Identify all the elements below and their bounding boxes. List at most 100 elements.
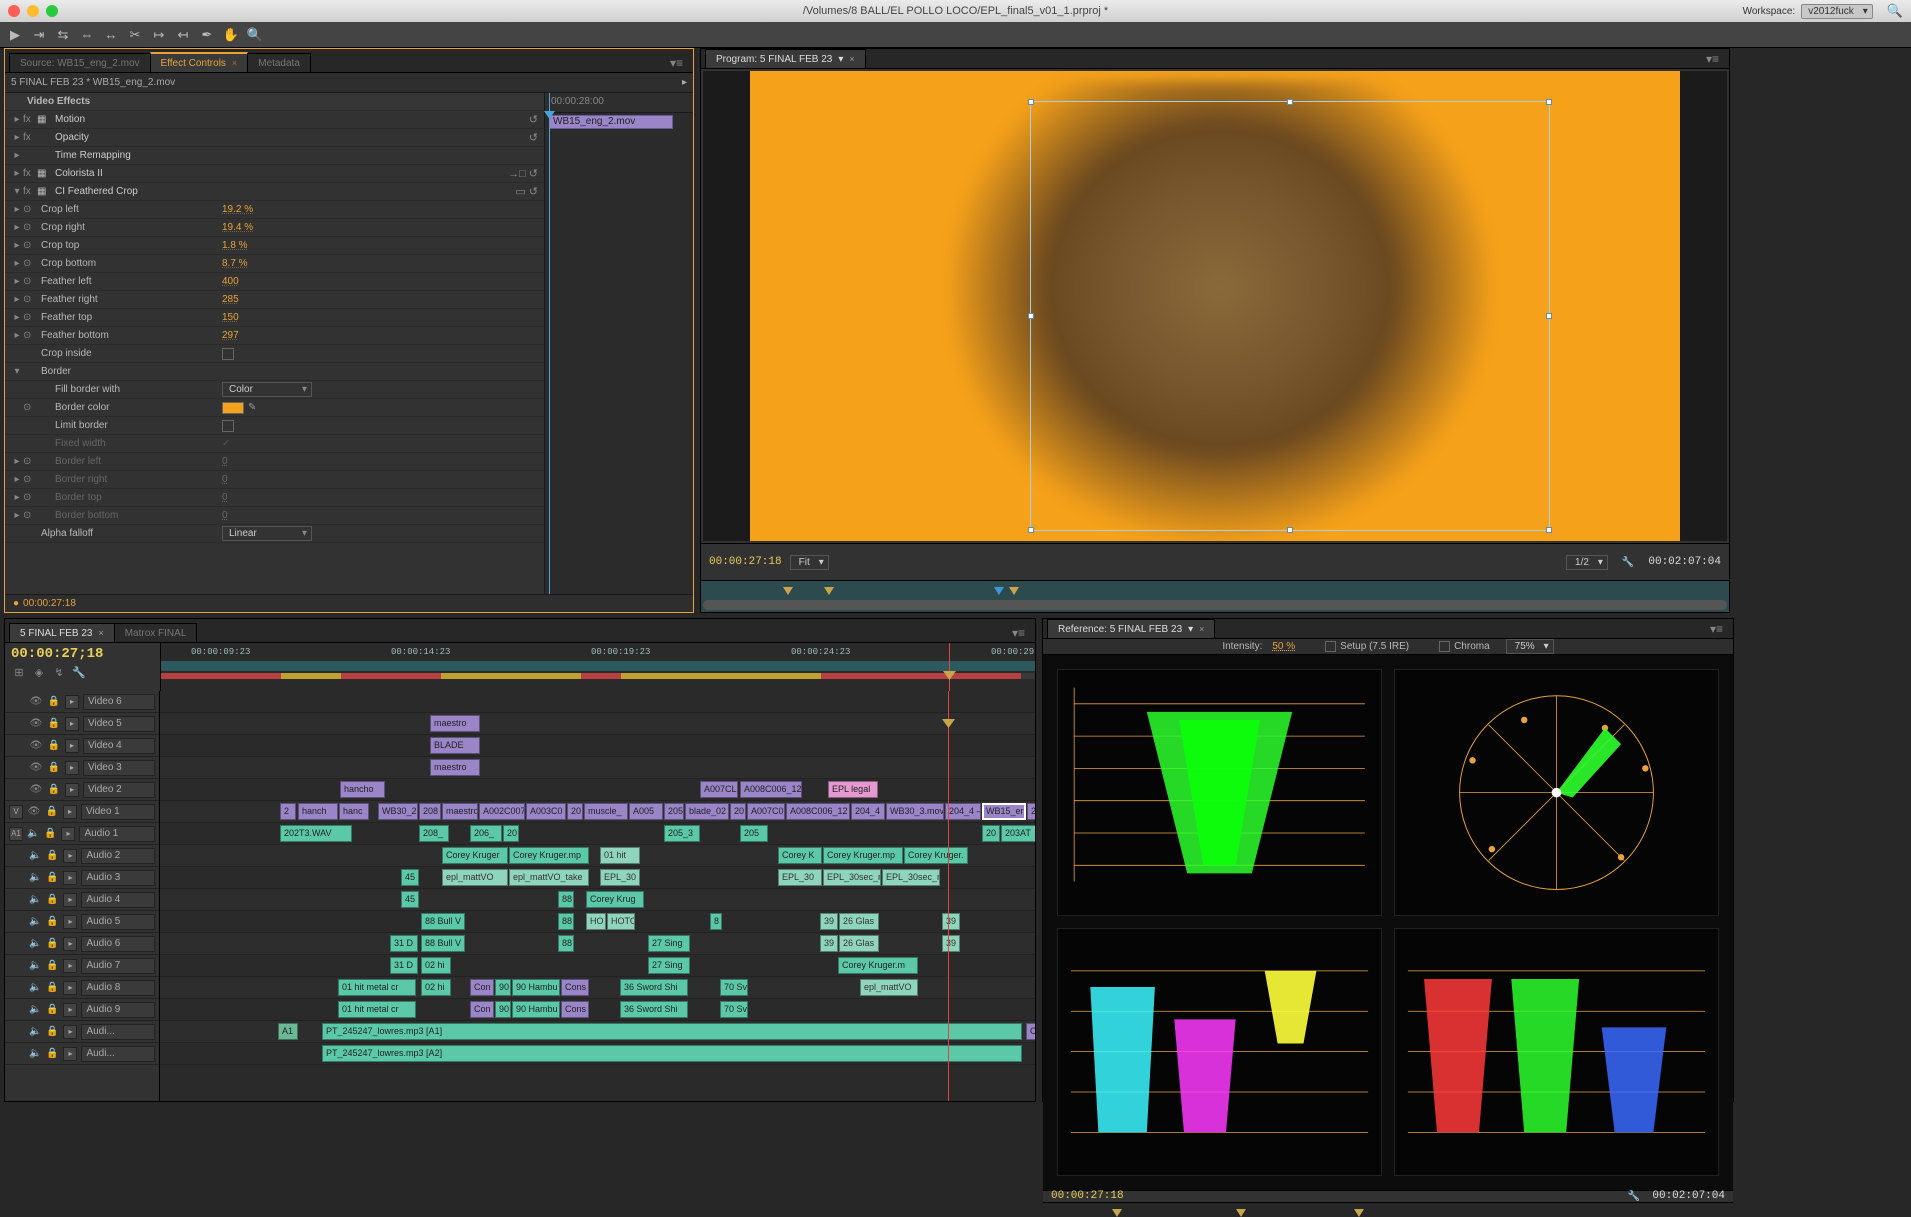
reset-icon[interactable]: ▭ ↺ — [515, 185, 538, 198]
snap-icon[interactable]: ⊞ — [11, 665, 27, 679]
speaker-icon[interactable]: 🔈 — [27, 828, 39, 839]
speaker-icon[interactable]: 🔈 — [29, 894, 41, 905]
clip[interactable]: 88 — [558, 891, 574, 908]
time-remapping-effect[interactable]: ▸Time Remapping — [5, 147, 544, 165]
close-icon[interactable]: × — [849, 54, 854, 64]
clip[interactable]: HOTO — [607, 913, 635, 930]
clip[interactable]: Con — [470, 979, 494, 996]
clip[interactable]: 39 — [942, 913, 960, 930]
clip[interactable]: 90 Hambu — [512, 1001, 560, 1018]
collapse-button[interactable]: ▸ — [63, 981, 77, 995]
lock-icon[interactable]: 🔒 — [45, 872, 59, 883]
collapse-button[interactable]: ▸ — [65, 717, 79, 731]
panel-menu-icon[interactable]: ▾≡ — [1700, 50, 1725, 68]
workspace-dropdown[interactable]: v2012fuck — [1801, 4, 1873, 19]
clip[interactable]: 02 hi — [421, 957, 451, 974]
wrench-icon[interactable]: 🔧 — [1622, 557, 1634, 568]
window-close-button[interactable] — [8, 5, 20, 17]
speaker-icon[interactable]: 🔈 — [29, 1048, 41, 1059]
lock-icon[interactable]: 🔒 — [43, 828, 57, 839]
clip[interactable]: 88 — [558, 913, 574, 930]
crop-inside-param[interactable]: Crop inside — [5, 345, 544, 363]
collapse-button[interactable]: ▸ — [65, 695, 79, 709]
clip[interactable]: Corey Krug — [586, 891, 644, 908]
clip[interactable]: 26 Glas — [839, 935, 879, 952]
lock-icon[interactable]: 🔒 — [45, 916, 59, 927]
lock-icon[interactable]: 🔒 — [47, 696, 61, 707]
clip[interactable]: 01 hit metal cr — [338, 979, 416, 996]
clip[interactable]: 20 — [503, 825, 519, 842]
clip[interactable]: 02 hi — [421, 979, 451, 996]
marker-icon[interactable]: ◈ — [31, 665, 47, 679]
clip[interactable]: HO — [586, 913, 606, 930]
clip[interactable]: 202T3.WAV — [280, 825, 352, 842]
sequence-tab-2[interactable]: Matrox FINAL — [114, 623, 198, 642]
clip[interactable]: 26 Glas — [839, 913, 879, 930]
fill-border-dropdown[interactable]: Color — [222, 382, 312, 397]
video-track-header[interactable]: 👁🔒▸Video 5 — [5, 713, 159, 735]
crop-right-param[interactable]: ▸⊙Crop right19.4 % — [5, 219, 544, 237]
rgb-parade-scope[interactable] — [1394, 928, 1719, 1175]
clip[interactable]: 20 — [730, 803, 746, 820]
clip[interactable]: 01 hit — [600, 847, 640, 864]
collapse-button[interactable]: ▸ — [63, 915, 77, 929]
clip[interactable]: maestro — [430, 715, 480, 732]
collapse-button[interactable]: ▸ — [61, 827, 75, 841]
alpha-falloff-dropdown[interactable]: Linear — [222, 526, 312, 541]
program-viewport[interactable] — [703, 71, 1727, 541]
intensity-value[interactable]: 50 % — [1272, 641, 1295, 652]
speaker-icon[interactable]: 🔈 — [29, 960, 41, 971]
clip[interactable]: 8 — [710, 913, 722, 930]
clip[interactable]: 39 — [820, 935, 838, 952]
clip[interactable]: 31 D — [390, 935, 418, 952]
audio-track-lane[interactable]: 31 D88 Bull V8827 Sing3926 Glas39 — [160, 933, 1035, 955]
audio-track-header[interactable]: 🔈🔒▸Audio 5 — [5, 911, 159, 933]
clip[interactable]: WB30_2 — [378, 803, 418, 820]
collapse-button[interactable]: ▸ — [63, 937, 77, 951]
clip[interactable]: 208_ — [419, 825, 449, 842]
metadata-tab[interactable]: Metadata — [247, 53, 311, 72]
video-track-lane[interactable]: hanchoA007CLA008C006_12EPL legal — [160, 779, 1035, 801]
lock-icon[interactable]: 🔒 — [45, 982, 59, 993]
clip[interactable]: EPL_30sec_ro — [882, 869, 940, 886]
collapse-button[interactable]: ▸ — [63, 1047, 77, 1061]
lock-icon[interactable]: 🔒 — [47, 740, 61, 751]
close-icon[interactable]: × — [1199, 624, 1204, 634]
fill-border-param[interactable]: Fill border withColor — [5, 381, 544, 399]
collapse-button[interactable]: ▸ — [63, 893, 77, 907]
rolling-tool-icon[interactable]: ⇔ — [76, 24, 98, 46]
clip[interactable]: epl_mattVO — [860, 979, 918, 996]
clip[interactable]: A008C006_12 — [786, 803, 850, 820]
collapse-button[interactable]: ▸ — [65, 783, 79, 797]
clip[interactable]: A002C007 — [479, 803, 525, 820]
video-track-header[interactable]: V👁🔒▸Video 1 — [5, 801, 159, 823]
clip[interactable]: A1 — [278, 1023, 298, 1040]
clip[interactable]: 31 D — [390, 957, 418, 974]
clip[interactable]: 206_ — [470, 825, 502, 842]
fx-current-tc[interactable]: 00:00:27:18 — [23, 598, 76, 609]
feather-top-param[interactable]: ▸⊙Feather top150 — [5, 309, 544, 327]
clip[interactable]: 39 — [942, 935, 960, 952]
checkbox[interactable] — [222, 348, 234, 360]
fx-clip-bar[interactable]: WB15_eng_2.mov — [549, 115, 673, 129]
audio-track-lane[interactable]: 202T3.WAV208_206_20205_320520203AT — [160, 823, 1035, 845]
video-track-lane[interactable]: BLADE — [160, 735, 1035, 757]
clip[interactable]: muscle_ — [584, 803, 628, 820]
clip[interactable]: EPL_30sec_r — [823, 869, 881, 886]
clip[interactable]: Cons — [561, 979, 589, 996]
lock-icon[interactable]: 🔒 — [45, 850, 59, 861]
video-track-lane[interactable]: maestro — [160, 757, 1035, 779]
lock-icon[interactable]: 🔒 — [45, 1048, 59, 1059]
hand-tool-icon[interactable]: ✋ — [220, 24, 242, 46]
clip[interactable]: 36 Sword Shi — [620, 1001, 688, 1018]
feathered-crop-effect[interactable]: ▾fx▦CI Feathered Crop▭ ↺ — [5, 183, 544, 201]
scopes-current-tc[interactable]: 00:00:27:18 — [1051, 1191, 1124, 1202]
alpha-falloff-param[interactable]: Alpha falloffLinear — [5, 525, 544, 543]
scrollbar-thumb[interactable] — [703, 600, 1727, 610]
reset-icon[interactable]: ↺ — [529, 113, 538, 126]
close-icon[interactable]: × — [232, 58, 237, 68]
colorista-effect[interactable]: ▸fx▦Colorista II→□ ↺ — [5, 165, 544, 183]
checkbox[interactable] — [222, 420, 234, 432]
chevron-right-icon[interactable]: ▸ — [682, 77, 687, 88]
clip[interactable]: A007C0 — [747, 803, 785, 820]
